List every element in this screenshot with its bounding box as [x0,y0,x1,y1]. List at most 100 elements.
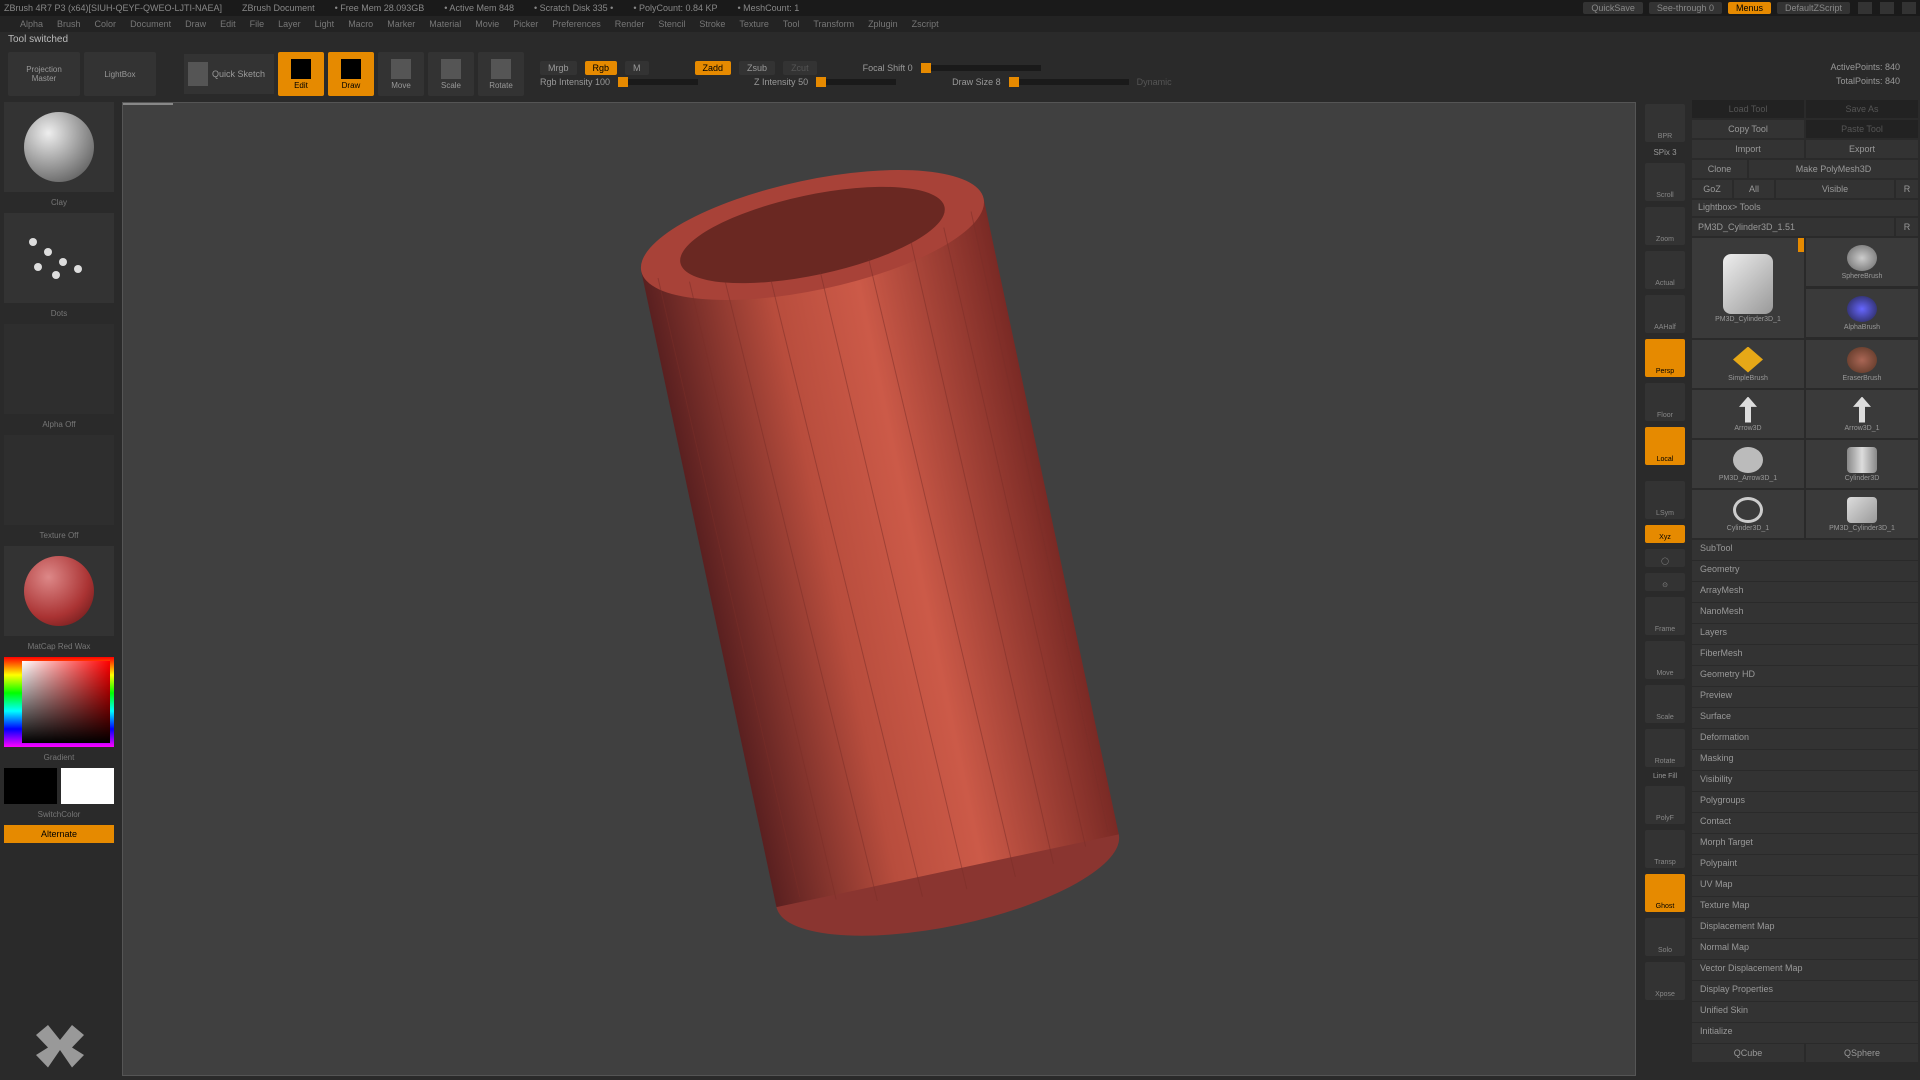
tool-item-pm3d-arrow[interactable]: PM3D_Arrow3D_1 [1692,440,1804,488]
goz-r-button[interactable]: R [1896,180,1918,198]
mrgb-button[interactable]: Mrgb [540,61,577,75]
menu-transform[interactable]: Transform [813,19,854,29]
section-uv-map[interactable]: UV Map [1692,876,1918,896]
dot-button[interactable]: ⊙ [1645,573,1685,591]
section-polygroups[interactable]: Polygroups [1692,792,1918,812]
focal-shift-slider[interactable] [921,65,1041,71]
material-selector[interactable] [4,546,114,636]
save-as-button[interactable]: Save As [1806,100,1918,118]
primary-color-swatch[interactable] [61,768,114,804]
edit-button[interactable]: Edit [278,52,324,96]
tool-item-pm3d-cyl-1[interactable]: PM3D_Cylinder3D_1 [1806,490,1918,538]
menu-layer[interactable]: Layer [278,19,301,29]
gradient-label[interactable]: Gradient [4,751,114,764]
menu-stroke[interactable]: Stroke [699,19,725,29]
rail-move-button[interactable]: Move [1645,641,1685,679]
default-zscript-button[interactable]: DefaultZScript [1777,2,1850,14]
menu-tool[interactable]: Tool [783,19,800,29]
section-preview[interactable]: Preview [1692,687,1918,707]
zsub-button[interactable]: Zsub [739,61,775,75]
qcube-button[interactable]: QCube [1692,1044,1804,1062]
color-picker[interactable] [4,657,114,747]
persp-button[interactable]: Persp [1645,339,1685,377]
goz-button[interactable]: GoZ [1692,180,1732,198]
goz-all-button[interactable]: All [1734,180,1774,198]
stroke-selector[interactable] [4,213,114,303]
section-normal-map[interactable]: Normal Map [1692,939,1918,959]
tool-item-simplebrush[interactable]: SimpleBrush [1692,340,1804,388]
menu-zscript[interactable]: Zscript [912,19,939,29]
frame-button[interactable]: Frame [1645,597,1685,635]
section-surface[interactable]: Surface [1692,708,1918,728]
menu-document[interactable]: Document [130,19,171,29]
texture-selector[interactable] [4,435,114,525]
tool-item-alphabrush[interactable]: AlphaBrush [1806,289,1918,337]
menu-alpha[interactable]: Alpha [20,19,43,29]
solo-button[interactable]: Solo [1645,918,1685,956]
m-button[interactable]: M [625,61,649,75]
rail-scale-button[interactable]: Scale [1645,685,1685,723]
rgb-button[interactable]: Rgb [585,61,618,75]
menu-material[interactable]: Material [429,19,461,29]
section-fibermesh[interactable]: FiberMesh [1692,645,1918,665]
secondary-color-swatch[interactable] [4,768,57,804]
bpr-button[interactable]: BPR [1645,104,1685,142]
goz-visible-button[interactable]: Visible [1776,180,1894,198]
tool-item-arrow3d-1[interactable]: Arrow3D_1 [1806,390,1918,438]
rotate-button[interactable]: Rotate [478,52,524,96]
menu-stencil[interactable]: Stencil [658,19,685,29]
section-polypaint[interactable]: Polypaint [1692,855,1918,875]
section-contact[interactable]: Contact [1692,813,1918,833]
spix-label[interactable]: SPix 3 [1653,148,1676,157]
load-tool-button[interactable]: Load Tool [1692,100,1804,118]
circle-button[interactable]: ◯ [1645,549,1685,567]
xpose-button[interactable]: Xpose [1645,962,1685,1000]
polyf-button[interactable]: PolyF [1645,786,1685,824]
maximize-icon[interactable] [1880,2,1894,14]
tool-item-cylinder3d[interactable]: Cylinder3D [1806,440,1918,488]
menu-render[interactable]: Render [615,19,645,29]
section-morph-target[interactable]: Morph Target [1692,834,1918,854]
section-visibility[interactable]: Visibility [1692,771,1918,791]
tool-item-spherebrush[interactable]: SphereBrush [1806,238,1918,286]
menu-zplugin[interactable]: Zplugin [868,19,898,29]
section-display-properties[interactable]: Display Properties [1692,981,1918,1001]
tool-item-cylinder3d-1[interactable]: Cylinder3D_1 [1692,490,1804,538]
menu-texture[interactable]: Texture [739,19,769,29]
cylinder-mesh[interactable] [629,138,1129,958]
section-vector-displacement-map[interactable]: Vector Displacement Map [1692,960,1918,980]
current-tool-name[interactable]: PM3D_Cylinder3D_1.51 [1692,218,1894,236]
menu-marker[interactable]: Marker [387,19,415,29]
section-layers[interactable]: Layers [1692,624,1918,644]
menu-light[interactable]: Light [315,19,335,29]
xyz-button[interactable]: Xyz [1645,525,1685,543]
paste-tool-button[interactable]: Paste Tool [1806,120,1918,138]
section-geometry[interactable]: Geometry [1692,561,1918,581]
transp-button[interactable]: Transp [1645,830,1685,868]
rail-rotate-button[interactable]: Rotate [1645,729,1685,767]
section-displacement-map[interactable]: Displacement Map [1692,918,1918,938]
lsym-button[interactable]: LSym [1645,481,1685,519]
rgb-intensity-slider[interactable] [618,79,698,85]
switchcolor-button[interactable]: SwitchColor [4,808,114,821]
section-subtool[interactable]: SubTool [1692,540,1918,560]
menu-file[interactable]: File [250,19,265,29]
menu-macro[interactable]: Macro [348,19,373,29]
menu-picker[interactable]: Picker [513,19,538,29]
qsphere-button[interactable]: QSphere [1806,1044,1918,1062]
floor-button[interactable]: Floor [1645,383,1685,421]
actual-button[interactable]: Actual [1645,251,1685,289]
menu-edit[interactable]: Edit [220,19,236,29]
section-nanomesh[interactable]: NanoMesh [1692,603,1918,623]
menus-button[interactable]: Menus [1728,2,1771,14]
menu-color[interactable]: Color [95,19,117,29]
section-deformation[interactable]: Deformation [1692,729,1918,749]
make-polymesh-button[interactable]: Make PolyMesh3D [1749,160,1918,178]
aahalf-button[interactable]: AAHalf [1645,295,1685,333]
tool-item-active[interactable]: PM3D_Cylinder3D_1 [1692,238,1804,338]
menu-preferences[interactable]: Preferences [552,19,601,29]
alpha-selector[interactable] [4,324,114,414]
section-masking[interactable]: Masking [1692,750,1918,770]
close-icon[interactable] [1902,2,1916,14]
z-intensity-slider[interactable] [816,79,896,85]
